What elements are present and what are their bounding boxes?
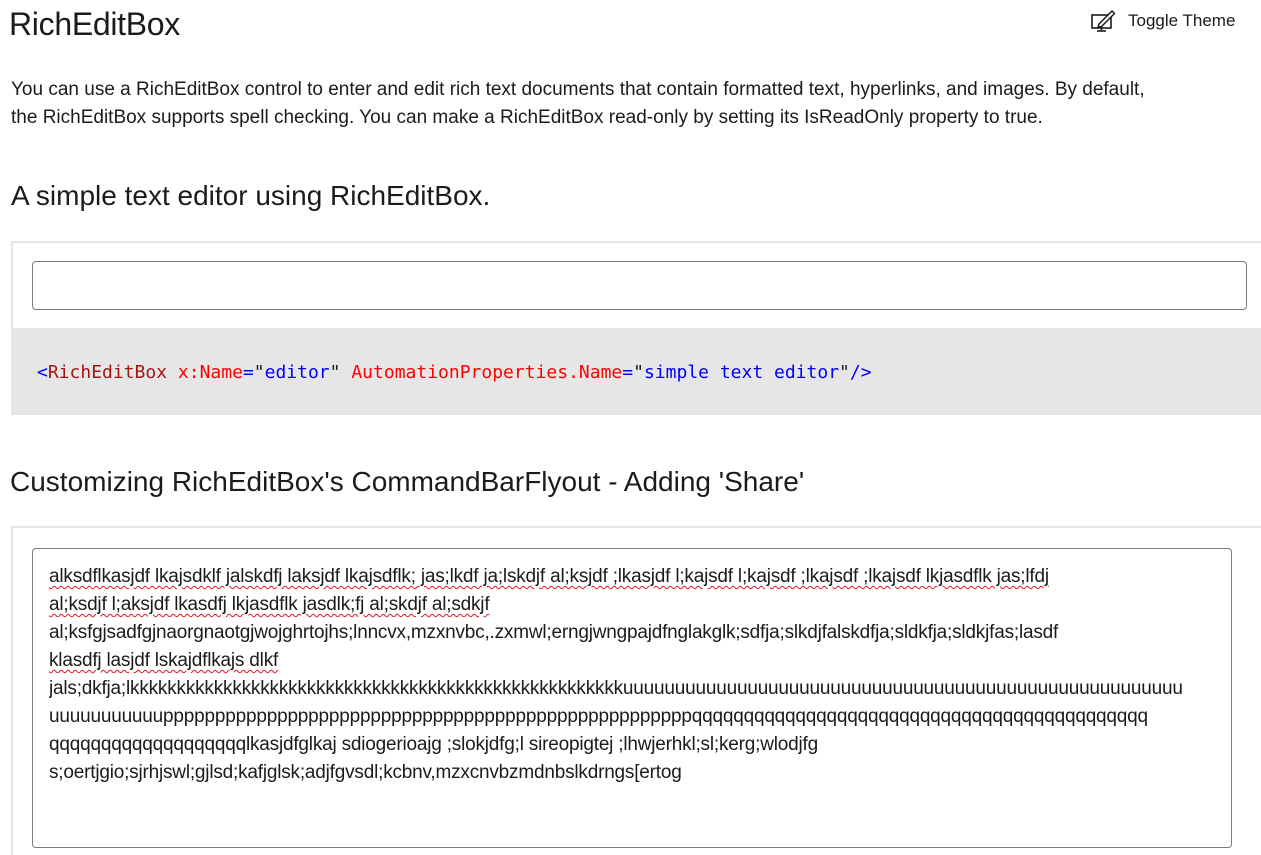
editor-line: s;oertjgio;sjrhjswl;gjlsd;kafjglsk;adjfg… bbox=[49, 762, 682, 783]
editor-line: al;ksfgjsadfgjnaorgnaotgjwojghrtojhs;lnn… bbox=[49, 622, 1059, 643]
example1-card: <RichEditBox x:Name="editor" AutomationP… bbox=[11, 241, 1261, 415]
page-description: You can use a RichEditBox control to ent… bbox=[11, 76, 1261, 132]
code-attr-value-name: editor bbox=[264, 362, 330, 383]
code-close-bracket: /> bbox=[849, 362, 872, 383]
description-line-1: You can use a RichEditBox control to ent… bbox=[11, 79, 1145, 100]
editor-content: alksdflkasjdf lkajsdklf jalskdfj laksjdf… bbox=[49, 563, 1229, 787]
code-attr-automation-name: AutomationProperties.Name bbox=[351, 362, 623, 383]
toggle-theme-button[interactable]: Toggle Theme bbox=[1086, 4, 1241, 38]
toggle-theme-icon bbox=[1091, 10, 1116, 32]
custom-flyout-editor[interactable]: alksdflkasjdf lkajsdklf jalskdfj laksjdf… bbox=[32, 548, 1232, 848]
xaml-code-block: <RichEditBox x:Name="editor" AutomationP… bbox=[13, 328, 1261, 415]
code-quote: " bbox=[839, 362, 850, 383]
editor-line: alksdflkasjdf lkajsdklf jalskdfj laksjdf… bbox=[49, 566, 1049, 587]
editor-line: klasdfj lasjdf lskajdflkajs dlkf bbox=[49, 650, 279, 671]
code-quote: " bbox=[633, 362, 644, 383]
description-line-2: the RichEditBox supports spell checking.… bbox=[11, 107, 1043, 128]
code-quote: " bbox=[253, 362, 265, 383]
toggle-theme-label: Toggle Theme bbox=[1128, 11, 1236, 30]
example2-card: alksdflkasjdf lkajsdklf jalskdfj laksjdf… bbox=[11, 526, 1261, 855]
richeditbox-page: RichEditBox Toggle Theme You can use a R… bbox=[0, 0, 1261, 855]
editor-line: jals;dkfja;lkkkkkkkkkkkkkkkkkkkkkkkkkkkk… bbox=[49, 678, 1183, 699]
code-quote: " bbox=[329, 362, 341, 383]
example1-header: A simple text editor using RichEditBox. bbox=[11, 180, 491, 211]
code-tag-name: RichEditBox bbox=[47, 362, 168, 383]
editor-line: qqqqqqqqqqqqqqqqqqqlkasjdfglkaj sdiogeri… bbox=[49, 734, 818, 755]
example2-header: Customizing RichEditBox's CommandBarFlyo… bbox=[10, 466, 805, 497]
simple-text-editor[interactable] bbox=[32, 261, 1247, 310]
code-equals: = bbox=[242, 362, 254, 383]
code-attr-value-automation: simple text editor bbox=[643, 362, 840, 383]
xaml-code-line: <RichEditBox x:Name="editor" AutomationP… bbox=[37, 362, 872, 383]
code-equals: = bbox=[622, 362, 634, 383]
editor-line: uuuuuuuuuuuppppppppppppppppppppppppppppp… bbox=[49, 706, 1148, 727]
code-attr-name: x:Name bbox=[177, 362, 243, 383]
editor-line: al;ksdjf l;aksjdf lkasdfj lkjasdflk jasd… bbox=[49, 594, 490, 615]
page-title: RichEditBox bbox=[9, 6, 180, 42]
code-open-bracket: < bbox=[37, 362, 48, 383]
